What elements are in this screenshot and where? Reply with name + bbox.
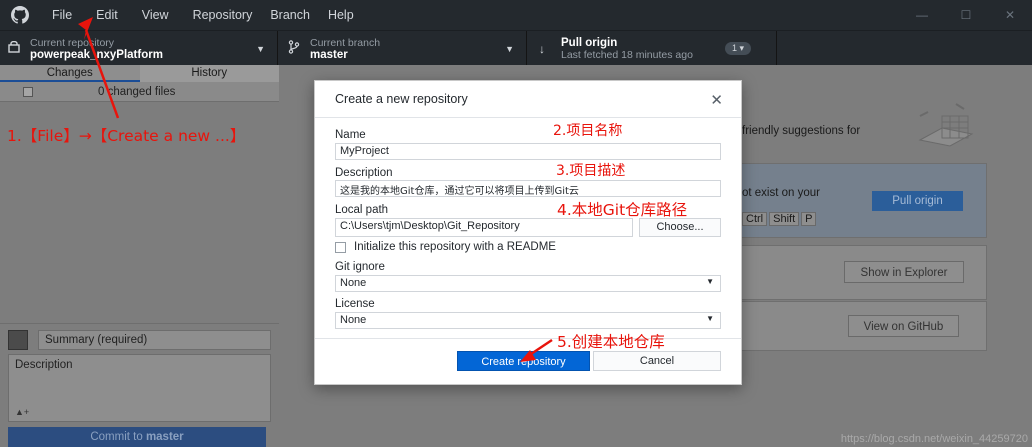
- watermark: https://blog.csdn.net/weixin_44259720: [840, 433, 1028, 445]
- description-label: Description: [335, 167, 393, 179]
- annotation-step1: 1.【File】→【Create a new ...】: [7, 127, 246, 145]
- description-placeholder: Description: [15, 359, 73, 371]
- illustration-icon: [918, 103, 974, 147]
- readme-label: Initialize this repository with a README: [354, 241, 556, 253]
- changes-sidebar: Changes History 0 changed files Summary …: [0, 65, 279, 447]
- readme-option[interactable]: Initialize this repository with a README: [335, 241, 556, 253]
- description-input[interactable]: 这是我的本地Git仓库，通过它可以将项目上传到Git云: [335, 180, 721, 197]
- changed-files-count: 0 changed files: [98, 85, 176, 98]
- pull-origin-button[interactable]: ↓ Pull origin Last fetched 18 minutes ag…: [527, 31, 777, 66]
- name-input[interactable]: MyProject: [335, 143, 721, 160]
- title-bar: File Edit View Repository Branch Help — …: [0, 0, 1032, 30]
- description-textarea[interactable]: Description ▲+: [8, 354, 271, 422]
- commit-area: Summary (required) Description ▲+ Commit…: [0, 323, 279, 447]
- local-path-input[interactable]: C:\Users\tjm\Desktop\Git_Repository: [335, 218, 633, 237]
- minimize-button[interactable]: —: [900, 0, 944, 30]
- suggestions-text: friendly suggestions for: [742, 125, 861, 137]
- git-ignore-select[interactable]: None ▼: [335, 275, 721, 292]
- annotation-step4: 4.本地Git仓库路径: [557, 201, 688, 219]
- summary-input[interactable]: Summary (required): [38, 330, 271, 350]
- chevron-down-icon: ▼: [256, 43, 265, 54]
- close-window-button[interactable]: ✕: [988, 0, 1032, 30]
- menu-repository[interactable]: Repository: [181, 0, 265, 30]
- not-exist-text: ot exist on your: [742, 187, 820, 199]
- commit-branch: master: [145, 431, 184, 443]
- cancel-button[interactable]: Cancel: [593, 351, 721, 371]
- github-logo-icon: [0, 6, 40, 24]
- kbd-shift: Shift: [769, 212, 800, 226]
- git-ignore-value: None: [340, 277, 367, 289]
- pull-origin-card-button[interactable]: Pull origin: [872, 191, 963, 211]
- menu-branch[interactable]: Branch: [264, 0, 316, 30]
- annotation-step2: 2.项目名称: [553, 123, 623, 139]
- branch-name: master: [310, 48, 348, 61]
- dialog-title: Create a new repository: [335, 92, 468, 106]
- license-label: License: [335, 298, 375, 310]
- maximize-button[interactable]: ☐: [944, 0, 988, 30]
- annotation-step3: 3.项目描述: [556, 163, 626, 179]
- keyboard-shortcut: Ctrl Shift P: [742, 212, 818, 226]
- branch-icon: [288, 40, 310, 57]
- add-coauthor-icon[interactable]: ▲+: [15, 407, 29, 417]
- current-repository-selector[interactable]: Current repository powerpeak_nxyPlatform…: [0, 31, 278, 66]
- arrow-down-icon: ↓: [539, 41, 545, 56]
- menu-edit[interactable]: Edit: [84, 0, 130, 30]
- close-icon[interactable]: ✕: [710, 91, 723, 109]
- readme-checkbox[interactable]: [335, 241, 346, 253]
- menu-file[interactable]: File: [40, 0, 84, 30]
- pull-count-badge: 1 ▾: [725, 42, 752, 55]
- changed-files-header: 0 changed files: [0, 82, 279, 102]
- tab-changes[interactable]: Changes: [0, 65, 140, 82]
- name-label: Name: [335, 129, 366, 141]
- license-select[interactable]: None ▼: [335, 312, 721, 329]
- create-repository-dialog: Create a new repository ✕ Name MyProject…: [314, 80, 742, 385]
- local-path-label: Local path: [335, 204, 389, 216]
- select-all-checkbox[interactable]: [23, 86, 33, 97]
- create-repository-button[interactable]: Create repository: [457, 351, 590, 371]
- license-value: None: [340, 314, 367, 326]
- menu-help[interactable]: Help: [316, 0, 366, 30]
- repo-name: powerpeak_nxyPlatform: [30, 48, 163, 61]
- chevron-down-icon: ▼: [706, 314, 714, 323]
- commit-label: Commit to: [90, 431, 143, 443]
- current-branch-selector[interactable]: Current branch master ▼: [278, 31, 527, 66]
- chevron-down-icon: ▼: [706, 277, 714, 286]
- annotation-step5: 5.创建本地仓库: [557, 333, 665, 351]
- commit-button[interactable]: Commit to master: [8, 427, 266, 447]
- chevron-down-icon: ▼: [505, 43, 514, 54]
- kbd-ctrl: Ctrl: [742, 212, 768, 226]
- sidebar-tabs: Changes History: [0, 65, 279, 82]
- last-fetched-label: Last fetched 18 minutes ago: [561, 48, 693, 61]
- menu-view[interactable]: View: [130, 0, 181, 30]
- pull-origin-label: Pull origin: [561, 36, 618, 49]
- branch-sub-label: Current branch: [310, 36, 381, 49]
- toolbar: Current repository powerpeak_nxyPlatform…: [0, 30, 1032, 66]
- repo-sub-label: Current repository: [30, 36, 115, 49]
- git-ignore-label: Git ignore: [335, 261, 385, 273]
- tab-history[interactable]: History: [140, 65, 280, 82]
- avatar: [8, 330, 28, 350]
- kbd-p: P: [801, 212, 817, 226]
- dialog-footer: Create repository Cancel: [315, 338, 741, 384]
- show-in-explorer-button[interactable]: Show in Explorer: [844, 261, 964, 283]
- view-on-github-button[interactable]: View on GitHub: [848, 315, 959, 337]
- choose-button[interactable]: Choose...: [639, 218, 721, 237]
- repo-icon: [8, 40, 30, 56]
